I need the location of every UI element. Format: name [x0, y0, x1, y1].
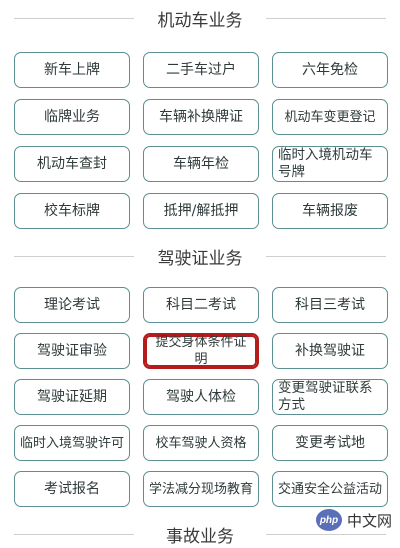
divider: [14, 256, 134, 257]
school-bus-driver-qualification-button[interactable]: 校车驾驶人资格: [143, 425, 259, 461]
exam-registration-button[interactable]: 考试报名: [14, 471, 130, 507]
temporary-entry-driving-permit-button[interactable]: 临时入境驾驶许可: [14, 425, 130, 461]
school-bus-sign-button[interactable]: 校车标牌: [14, 193, 130, 229]
watermark-text: 中文网: [346, 512, 392, 530]
subject-three-exam-button[interactable]: 科目三考试: [272, 287, 388, 323]
annual-inspection-button[interactable]: 车辆年检: [143, 146, 259, 182]
vehicle-scrap-button[interactable]: 车辆报废: [272, 193, 388, 229]
vehicle-services-grid: 新车上牌 二手车过户 六年免检 临牌业务 车辆补换牌证 机动车变更登记 机动车查…: [14, 52, 388, 229]
divider: [266, 256, 386, 257]
theory-exam-button[interactable]: 理论考试: [14, 287, 130, 323]
temporary-plate-button[interactable]: 临牌业务: [14, 99, 130, 135]
driver-physical-exam-button[interactable]: 驾驶人体检: [143, 379, 259, 415]
subject-two-exam-button[interactable]: 科目二考试: [143, 287, 259, 323]
divider: [14, 18, 134, 19]
license-extension-button[interactable]: 驾驶证延期: [14, 379, 130, 415]
onsite-education-button[interactable]: 学法减分现场教育: [143, 471, 259, 507]
change-license-contact-button[interactable]: 变更驾驶证联系方式: [272, 379, 388, 415]
mortgage-button[interactable]: 抵押/解抵押: [143, 193, 259, 229]
vehicle-change-registration-button[interactable]: 机动车变更登记: [272, 99, 388, 135]
divider: [266, 534, 386, 535]
section-title-vehicle: 机动车业务: [0, 4, 400, 32]
license-replacement-button[interactable]: 补换驾驶证: [272, 333, 388, 369]
section-title-license: 驾驶证业务: [0, 242, 400, 270]
traffic-safety-activity-button[interactable]: 交通安全公益活动: [272, 471, 388, 507]
temporary-entry-plate-button[interactable]: 临时入境机动车号牌: [272, 146, 388, 182]
php-logo-icon: php: [315, 509, 342, 531]
plate-replacement-button[interactable]: 车辆补换牌证: [143, 99, 259, 135]
divider: [266, 18, 386, 19]
watermark: php 中文网: [315, 507, 392, 533]
change-exam-location-button[interactable]: 变更考试地: [272, 425, 388, 461]
license-review-button[interactable]: 驾驶证审验: [14, 333, 130, 369]
divider: [14, 534, 134, 535]
six-year-exemption-button[interactable]: 六年免检: [272, 52, 388, 88]
license-services-grid: 理论考试 科目二考试 科目三考试 驾驶证审验 提交身体条件证明 补换驾驶证 驾驶…: [14, 287, 388, 507]
new-car-registration-button[interactable]: 新车上牌: [14, 52, 130, 88]
vehicle-seizure-button[interactable]: 机动车查封: [14, 146, 130, 182]
used-car-transfer-button[interactable]: 二手车过户: [143, 52, 259, 88]
submit-health-certificate-button[interactable]: 提交身体条件证明: [143, 333, 259, 369]
